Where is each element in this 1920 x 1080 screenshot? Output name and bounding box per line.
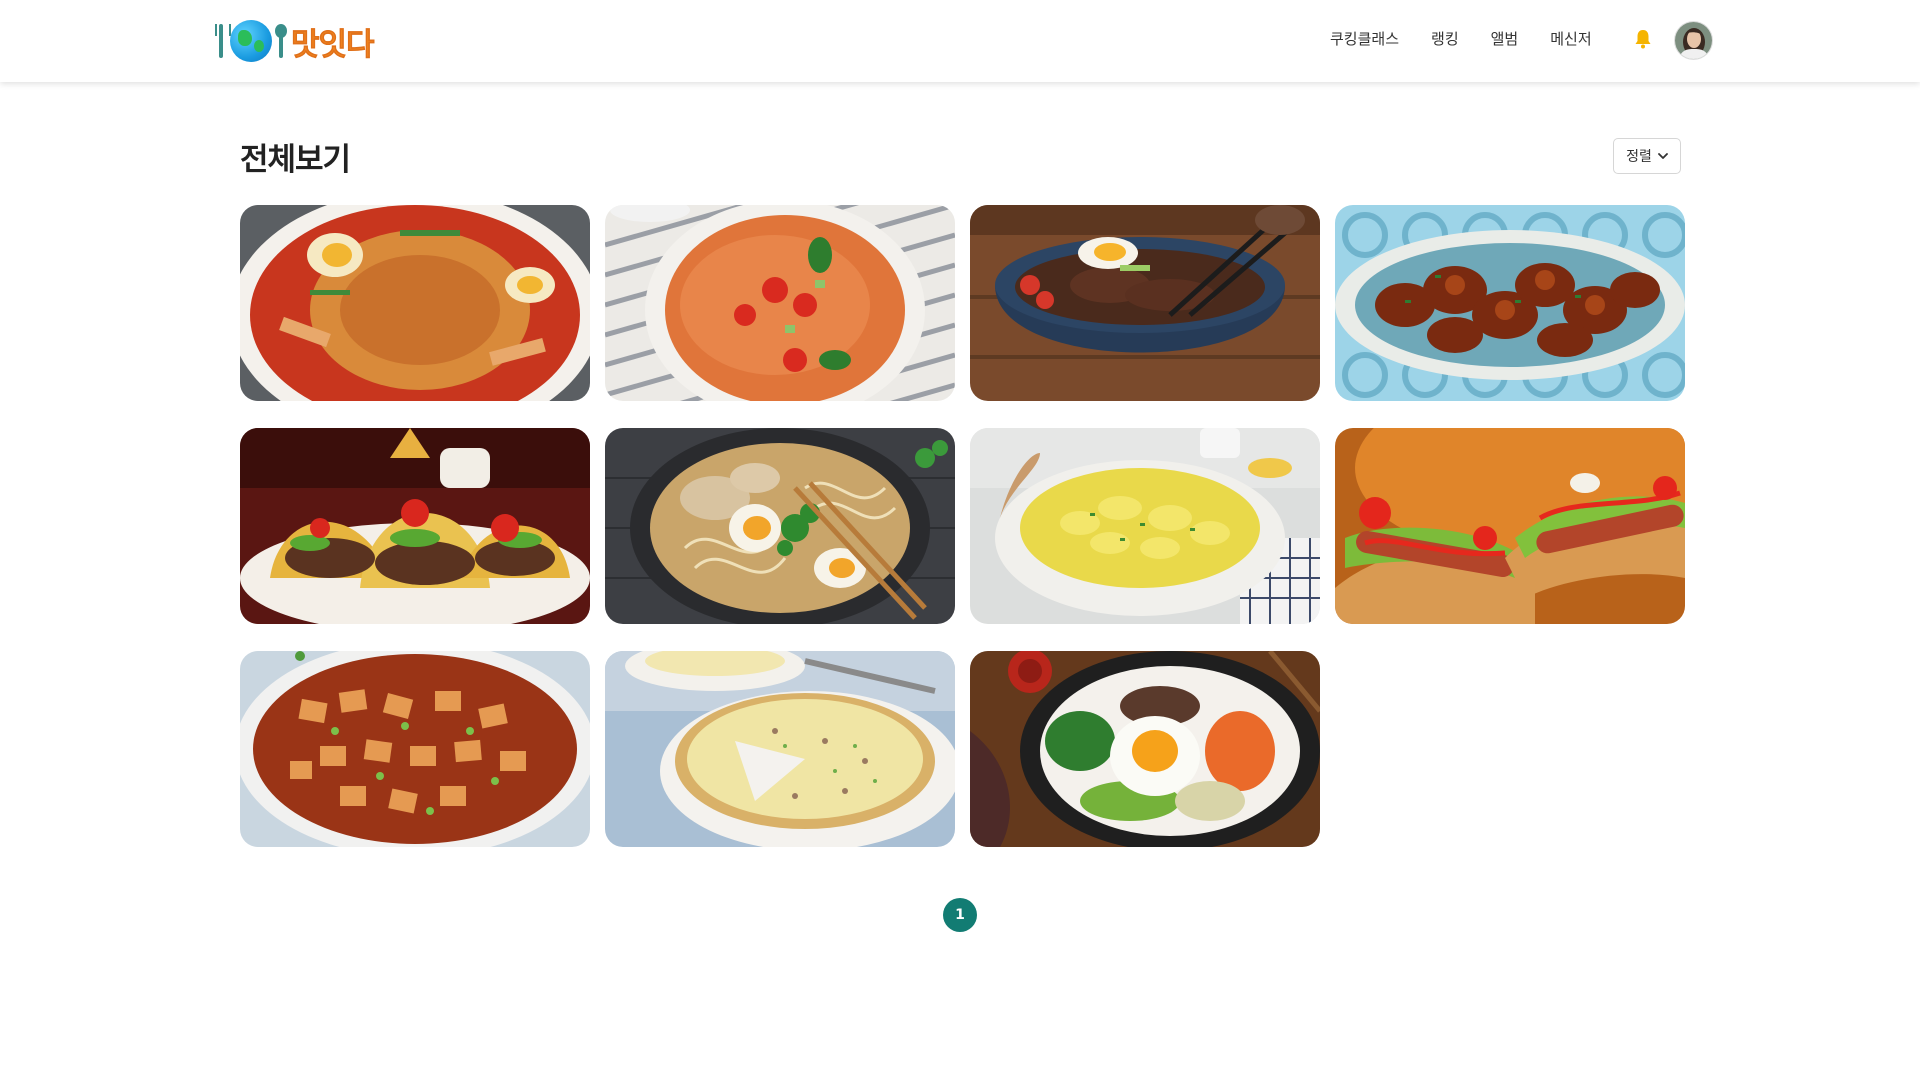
recipe-card[interactable] <box>605 205 955 401</box>
bibimbap-image <box>970 651 1320 847</box>
nav-album[interactable]: 앨범 <box>1491 28 1519 49</box>
beef-tacos-image <box>240 428 590 624</box>
site-logo[interactable]: 맛잇다 <box>215 18 375 64</box>
chicken-ramen-image <box>605 428 955 624</box>
recipe-card[interactable] <box>605 651 955 847</box>
recipe-card[interactable] <box>970 651 1320 847</box>
spoon-icon <box>275 24 287 58</box>
nav-cooking-class[interactable]: 쿠킹클래스 <box>1330 28 1399 49</box>
sort-label: 정렬 <box>1626 149 1652 165</box>
main-nav: 쿠킹클래스 랭킹 앨범 메신저 <box>1330 28 1592 49</box>
mapo-tofu-image <box>240 651 590 847</box>
recipe-card[interactable] <box>1335 205 1685 401</box>
globe-icon <box>230 20 272 62</box>
sort-dropdown-button[interactable]: 정렬 <box>1613 138 1681 174</box>
logo-text: 맛잇다 <box>291 26 375 63</box>
beef-rice-bowl-image <box>970 205 1320 401</box>
spicy-ramen-image <box>240 205 590 401</box>
potato-salad-image <box>970 428 1320 624</box>
chevron-down-icon <box>1657 152 1668 159</box>
nav-ranking[interactable]: 랭킹 <box>1431 28 1459 49</box>
recipe-card[interactable] <box>240 651 590 847</box>
fork-icon <box>215 24 231 58</box>
nav-messenger[interactable]: 메신저 <box>1550 28 1591 49</box>
glazed-chicken-image <box>1335 205 1685 401</box>
user-avatar[interactable] <box>1675 22 1712 59</box>
page-title: 전체보기 <box>240 142 351 178</box>
tomato-soup-image <box>605 205 955 401</box>
recipe-card[interactable] <box>970 428 1320 624</box>
recipe-card[interactable] <box>240 205 590 401</box>
hot-dogs-image <box>1335 428 1685 624</box>
recipe-card[interactable] <box>605 428 955 624</box>
top-header: 맛잇다 쿠킹클래스 랭킹 앨범 메신저 <box>0 0 1920 82</box>
recipe-card[interactable] <box>970 205 1320 401</box>
notification-bell-icon[interactable] <box>1634 29 1652 49</box>
recipe-card[interactable] <box>1335 428 1685 624</box>
quiche-image <box>605 651 955 847</box>
recipe-card[interactable] <box>240 428 590 624</box>
recipe-grid <box>240 205 1685 847</box>
pagination-page-button[interactable]: 1 <box>943 898 977 932</box>
